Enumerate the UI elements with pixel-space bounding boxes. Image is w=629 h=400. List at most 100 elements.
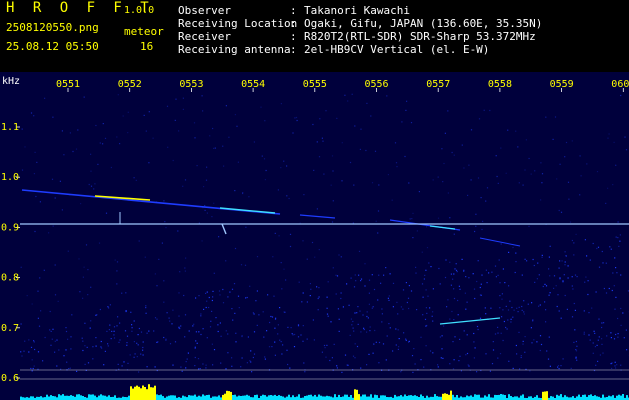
noise-speck (366, 331, 368, 333)
noise-speck (108, 329, 110, 331)
noise-speck (54, 294, 57, 296)
noise-speck (177, 230, 179, 232)
noise-speck (63, 154, 65, 156)
level-bin (486, 396, 488, 400)
noise-speck (248, 196, 250, 198)
noise-speck (459, 338, 461, 340)
noise-speck (182, 97, 184, 99)
level-bin (520, 395, 522, 400)
noise-speck (144, 256, 146, 258)
noise-speck (206, 291, 208, 293)
noise-speck (424, 274, 426, 276)
noise-speck (341, 371, 343, 373)
noise-speck (296, 119, 298, 122)
noise-speck (284, 311, 286, 313)
noise-speck (146, 366, 148, 368)
noise-speck (368, 303, 370, 305)
level-bin (582, 394, 584, 400)
noise-speck (234, 247, 237, 250)
noise-speck (432, 352, 434, 354)
level-bin (522, 394, 524, 400)
noise-speck (78, 258, 80, 260)
noise-speck (264, 356, 266, 358)
noise-speck (394, 142, 397, 144)
noise-speck (559, 163, 561, 165)
noise-speck (615, 296, 617, 298)
noise-speck (222, 145, 224, 147)
noise-speck (358, 250, 361, 252)
noise-speck (371, 182, 374, 184)
level-bin (296, 396, 298, 400)
time-label: 0553 (179, 79, 203, 90)
noise-speck (518, 331, 520, 333)
noise-speck (222, 302, 225, 304)
noise-speck (331, 155, 334, 157)
noise-speck (593, 330, 595, 332)
noise-speck (421, 251, 423, 253)
noise-speck (344, 354, 347, 356)
noise-speck (356, 312, 358, 314)
noise-speck (506, 328, 508, 330)
noise-speck (217, 324, 219, 326)
noise-speck (425, 289, 427, 291)
noise-speck (455, 269, 458, 271)
noise-speck (425, 345, 427, 347)
level-bin (68, 395, 70, 400)
noise-speck (121, 292, 123, 294)
noise-speck (488, 272, 490, 274)
noise-speck (432, 311, 434, 313)
level-bin (362, 394, 364, 400)
noise-speck (240, 264, 243, 266)
noise-speck (403, 332, 405, 334)
noise-speck (34, 230, 36, 233)
level-bin (248, 395, 250, 400)
noise-speck (479, 317, 482, 319)
noise-speck (529, 370, 531, 372)
noise-speck (536, 278, 538, 280)
noise-speck (302, 340, 304, 342)
noise-speck (51, 338, 53, 340)
noise-speck (466, 334, 468, 336)
noise-speck (252, 356, 254, 359)
noise-speck (494, 333, 497, 335)
noise-speck (369, 330, 371, 332)
noise-speck (113, 337, 116, 339)
noise-speck (616, 272, 618, 274)
noise-speck (70, 348, 72, 350)
noise-speck (463, 270, 465, 272)
noise-speck (354, 312, 356, 314)
signal-level-bar (20, 384, 629, 400)
noise-speck (496, 175, 498, 178)
noise-speck (223, 165, 225, 167)
noise-speck (20, 351, 22, 353)
noise-speck (316, 141, 318, 143)
noise-speck (153, 330, 155, 332)
noise-speck (152, 137, 154, 139)
noise-speck (479, 286, 481, 289)
noise-speck (602, 262, 604, 264)
noise-speck (542, 285, 544, 288)
noise-speck (201, 240, 203, 242)
noise-speck (491, 271, 493, 273)
noise-speck (107, 343, 109, 345)
noise-speck (517, 146, 519, 148)
noise-speck (613, 285, 615, 287)
noise-speck (175, 98, 177, 100)
level-bin (66, 395, 68, 400)
noise-speck (164, 221, 166, 223)
noise-speck (116, 325, 118, 327)
time-label: 0557 (426, 79, 450, 90)
noise-speck (375, 341, 377, 343)
noise-speck (396, 166, 398, 168)
noise-speck (429, 307, 431, 309)
level-bin (330, 396, 332, 400)
noise-speck (499, 295, 501, 297)
noise-speck (519, 368, 521, 370)
noise-speck (318, 156, 321, 158)
level-bin (100, 394, 102, 400)
noise-speck (33, 341, 35, 343)
noise-speck (468, 277, 470, 279)
noise-speck (229, 291, 231, 293)
noise-speck (193, 323, 195, 325)
noise-speck (65, 349, 67, 351)
